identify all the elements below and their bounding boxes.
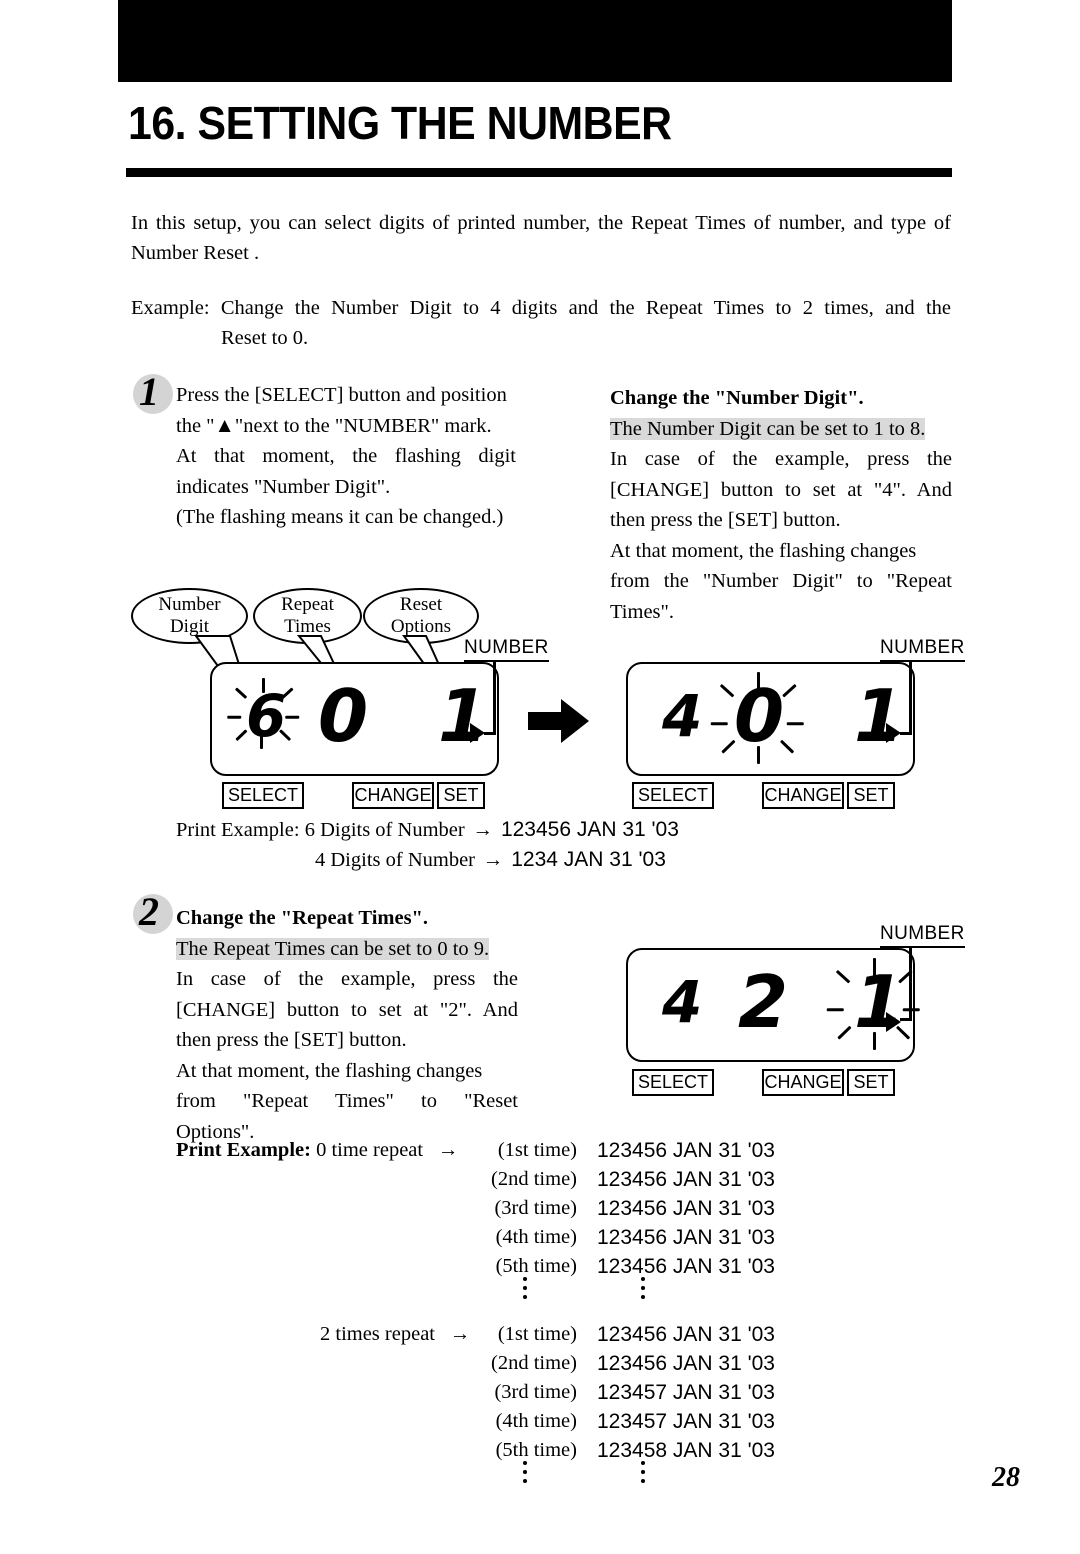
step1-print-row1-label: 6 Digits of Number: [304, 819, 465, 841]
document-page: 16. SETTING THE NUMBER In this setup, yo…: [0, 0, 1080, 1554]
panel-2-digit-1: 4: [662, 682, 703, 750]
step-2-number: 2: [139, 889, 159, 934]
step2-group1-arrow: →: [437, 1139, 459, 1161]
panel-1-number-connector-h: [484, 732, 496, 735]
step2-group2-arrow: →: [449, 1323, 471, 1345]
panel-1-button-select[interactable]: SELECT: [222, 782, 304, 809]
step2-heading: Change the "Repeat Times".: [176, 907, 429, 929]
step2-g2-times-ellipsis-icon: [523, 1461, 527, 1483]
panel-3-number-mark: NUMBER: [880, 923, 965, 948]
step1-print-row2-value: 1234 JAN 31 '03: [511, 848, 666, 871]
step2-group2-times-column: (1st time) (2nd time) (3rd time) (4th ti…: [485, 1320, 577, 1465]
step-2-text: Change the "Repeat Times". The Repeat Ti…: [176, 903, 518, 1147]
panel-1-button-set[interactable]: SET: [437, 782, 485, 809]
step2-line1: In case of the example, press the: [176, 968, 518, 990]
panel-3-number-connector-h: [900, 1018, 912, 1021]
panel-2-button-change[interactable]: CHANGE: [762, 782, 844, 809]
panel-1-digit-2: 0: [318, 674, 369, 758]
step1-print-row2-label: 4 Digits of Number: [315, 849, 475, 871]
panel-3-digit-2: 2: [738, 960, 789, 1044]
step2-g2-time-2: (2nd time): [491, 1352, 577, 1374]
step-2-badge: 2: [133, 889, 177, 936]
panel-2-button-set[interactable]: SET: [847, 782, 895, 809]
step2-line3: then press the [SET] button.: [176, 1029, 407, 1051]
flow-arrow-icon: [528, 699, 589, 743]
panel-3-button-change[interactable]: CHANGE: [762, 1069, 844, 1096]
step2-group1-label: 0 time repeat: [316, 1139, 424, 1161]
step1-print-row1-arrow: →: [472, 819, 494, 841]
step2-g2-values-ellipsis-icon: [641, 1461, 645, 1483]
panel-2-number-connector-v: [909, 662, 912, 734]
step1-print-row1-value: 123456 JAN 31 '03: [500, 818, 679, 841]
step2-line4: At that moment, the flashing changes: [176, 1059, 483, 1082]
step2-group2-values-column: 123456 JAN 31 '03 123456 JAN 31 '03 1234…: [597, 1320, 775, 1465]
panel-2-number-connector-h: [900, 732, 912, 735]
step2-g2-value-2: 123456 JAN 31 '03: [597, 1352, 775, 1375]
panel-3-button-select[interactable]: SELECT: [632, 1069, 714, 1096]
step2-g2-value-1: 123456 JAN 31 '03: [597, 1323, 775, 1346]
panel-1-number-pointer-triangle: [470, 723, 485, 743]
step2-g1-time-2: (2nd time): [491, 1168, 577, 1190]
panel-1-button-change[interactable]: CHANGE: [352, 782, 434, 809]
step2-g2-value-5: 123458 JAN 31 '03: [597, 1439, 775, 1462]
step2-highlight-text: The Repeat Times can be set to 0 to 9.: [176, 937, 490, 960]
panel-2-number-mark: NUMBER: [880, 637, 965, 662]
step2-g2-time-4: (4th time): [495, 1410, 577, 1432]
panel-1-flash-rays: [227, 678, 300, 749]
panel-1-number-mark: NUMBER: [464, 637, 549, 662]
panel-3-number-pointer-triangle: [886, 1012, 901, 1032]
panel-2-number-pointer-triangle: [886, 723, 901, 743]
panel-2-button-select[interactable]: SELECT: [632, 782, 714, 809]
panel-3-number-connector-v: [909, 948, 912, 1020]
step2-g1-value-4: 123456 JAN 31 '03: [597, 1226, 775, 1249]
step2-g1-value-3: 123456 JAN 31 '03: [597, 1197, 775, 1220]
step2-g1-times-ellipsis-icon: [523, 1277, 527, 1299]
step2-print-example-label: Print Example:: [176, 1139, 311, 1161]
step2-print-example-header: Print Example: 0 time repeat →: [176, 1136, 468, 1165]
step1-print-example-row-1: Print Example: 6 Digits of Number → 1234…: [176, 815, 679, 845]
step1-print-example-row-2: 4 Digits of Number → 1234 JAN 31 '03: [315, 845, 666, 875]
step2-g1-value-2: 123456 JAN 31 '03: [597, 1168, 775, 1191]
step2-g1-time-1: (1st time): [497, 1139, 577, 1161]
step2-group1-values-column: 123456 JAN 31 '03 123456 JAN 31 '03 1234…: [597, 1136, 775, 1281]
step2-g1-values-ellipsis-icon: [641, 1277, 645, 1299]
step2-group2-header: 2 times repeat →: [320, 1320, 480, 1349]
step2-g2-value-3: 123457 JAN 31 '03: [597, 1381, 775, 1404]
step2-g2-time-1: (1st time): [497, 1323, 577, 1345]
step1-print-row2-arrow: →: [482, 849, 504, 871]
step2-g2-time-3: (3rd time): [494, 1381, 577, 1403]
panel-3-digit-1: 4: [662, 968, 703, 1036]
step2-line2: [CHANGE] button to set at "2". And: [176, 998, 518, 1021]
step2-highlight: The Repeat Times can be set to 0 to 9.: [176, 934, 518, 965]
step1-print-example-label: Print Example:: [176, 819, 300, 841]
panel-3-flash-rays: [826, 958, 920, 1050]
panel-3-button-set[interactable]: SET: [847, 1069, 895, 1096]
step2-g1-value-5: 123456 JAN 31 '03: [597, 1255, 775, 1278]
panel-1-number-connector-v: [493, 662, 496, 734]
page-number: 28: [992, 1462, 1020, 1493]
step2-group1-times-column: (1st time) (2nd time) (3rd time) (4th ti…: [485, 1136, 577, 1281]
panel-2-flash-rays: [710, 672, 804, 764]
step2-g1-value-1: 123456 JAN 31 '03: [597, 1139, 775, 1162]
step2-g2-value-4: 123457 JAN 31 '03: [597, 1410, 775, 1433]
step2-line5: from "Repeat Times" to "Reset: [176, 1090, 518, 1112]
step2-group2-label: 2 times repeat: [320, 1323, 435, 1345]
step2-g1-time-4: (4th time): [495, 1226, 577, 1248]
step2-g1-time-3: (3rd time): [494, 1197, 577, 1219]
